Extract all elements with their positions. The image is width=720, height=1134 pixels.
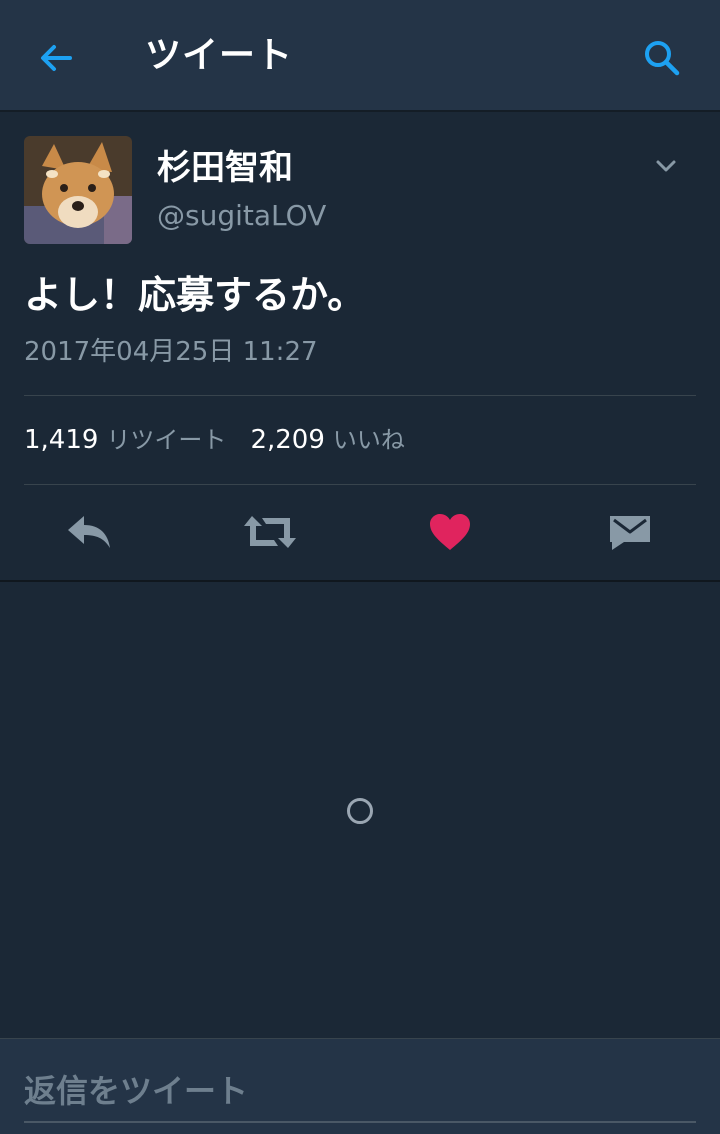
direct-message-icon — [610, 516, 650, 550]
tweet-actions — [0, 484, 720, 580]
arrow-left-icon — [41, 45, 72, 71]
divider — [24, 395, 696, 396]
retweet-button[interactable] — [180, 484, 360, 580]
chevron-down-icon — [656, 160, 676, 172]
tweet-detail: 杉田智和 @sugitaLOV よし！応募するか。 2017年04月25日 11… — [0, 112, 720, 582]
heart-icon — [430, 514, 470, 550]
reply-composer-bar — [0, 1038, 720, 1134]
replies-loading-area — [0, 582, 720, 1038]
like-count-label: いいね — [332, 426, 405, 454]
retweet-count-value: 1,419 — [24, 425, 99, 455]
loading-spinner-icon — [347, 798, 373, 824]
retweet-count-label: リツイート — [106, 426, 227, 454]
tweet-timestamp: 2017年04月25日 11:27 — [24, 337, 318, 367]
search-icon — [645, 41, 680, 76]
reply-icon — [68, 516, 110, 548]
dog-avatar-image — [24, 136, 132, 244]
page-title: ツイート — [145, 35, 294, 76]
like-count[interactable]: 2,209 いいね — [250, 420, 404, 460]
reply-input[interactable] — [24, 1061, 696, 1123]
direct-message-button[interactable] — [540, 484, 720, 580]
retweet-count[interactable]: 1,419 リツイート — [24, 420, 226, 460]
tweet-text: よし！応募するか。 — [24, 273, 366, 317]
display-name[interactable]: 杉田智和 — [157, 146, 293, 190]
more-options-button[interactable] — [648, 148, 684, 184]
reply-button[interactable] — [0, 484, 180, 580]
back-button[interactable] — [28, 30, 84, 86]
top-app-bar: ツイート — [0, 0, 720, 112]
retweet-icon — [244, 516, 296, 548]
avatar[interactable] — [24, 136, 132, 244]
like-button[interactable] — [360, 484, 540, 580]
like-count-value: 2,209 — [250, 425, 325, 455]
tweet-stats: 1,419 リツイート 2,209 いいね — [24, 420, 429, 460]
search-button[interactable] — [634, 30, 690, 86]
user-handle[interactable]: @sugitaLOV — [157, 196, 326, 236]
